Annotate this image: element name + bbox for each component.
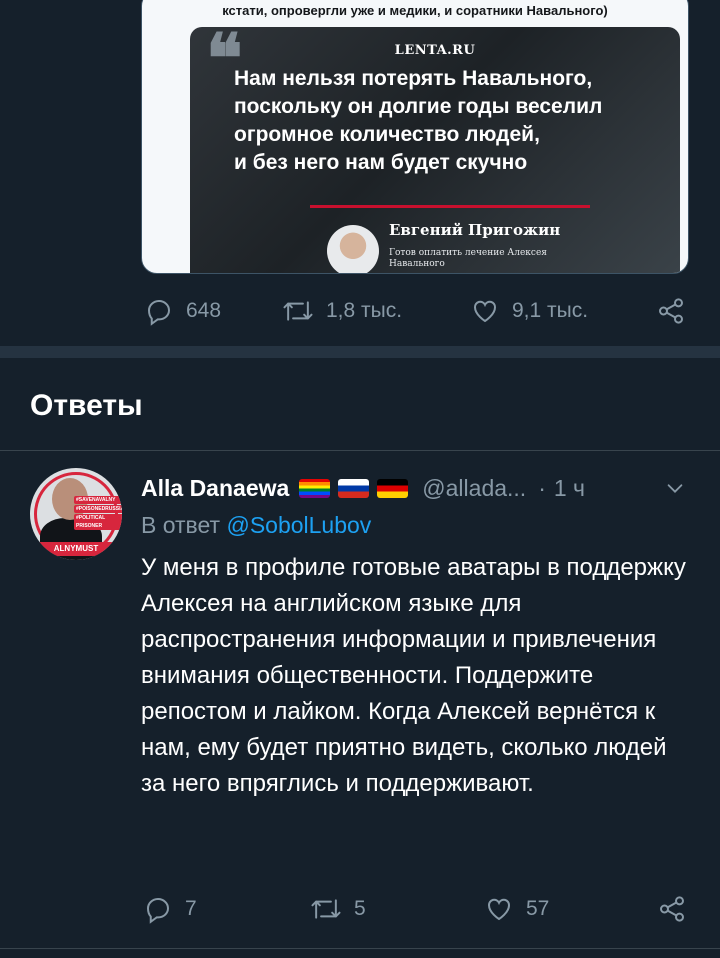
reply-icon: [144, 296, 174, 326]
quote-divider: [310, 205, 590, 208]
quote-text: Нам нельзя потерять Навального, поскольк…: [234, 65, 674, 177]
share-button[interactable]: [656, 296, 686, 326]
card-caption: кстати, опровергли уже и медики, и сорат…: [222, 3, 608, 18]
retweet-button[interactable]: 1,8 тыс.: [282, 296, 402, 326]
heart-icon: [484, 894, 514, 924]
heart-icon: [470, 296, 500, 326]
avatar-tags: #SAVENAVALNY #POISONEDRUSSIA #POLITICAL …: [74, 496, 122, 531]
quote-author-caption: Готов оплатить лечение Алексея Навальног…: [389, 248, 547, 269]
timestamp[interactable]: 1 ч: [554, 475, 585, 502]
reply-text: У меня в профиле готовые аватары в подде…: [141, 554, 686, 797]
retweet-count: 1,8 тыс.: [326, 299, 403, 322]
avatar-tag: #SAVENAVALNY: [74, 496, 122, 504]
quoted-tweet-card[interactable]: кстати, опровергли уже и медики, и сорат…: [141, 0, 689, 274]
more-menu-button[interactable]: [664, 477, 686, 504]
like-count: 57: [526, 897, 550, 920]
divider: [0, 450, 720, 451]
avatar-tag: #POISONEDRUSSIA: [74, 505, 122, 513]
quote-line: Нам нельзя потерять Навального,: [234, 67, 593, 90]
separator-dot: ·: [538, 474, 546, 501]
avatar-band: ALNYMUST: [30, 542, 122, 556]
share-icon: [657, 894, 687, 924]
reply-to-line: В ответ @SobolLubov: [141, 512, 371, 539]
russia-flag-icon: [338, 478, 370, 498]
retweet-icon: [282, 296, 314, 326]
reply-count: 648: [186, 299, 222, 322]
replies-heading: Ответы: [30, 389, 143, 422]
reply-mention-link[interactable]: @SobolLubov: [226, 512, 371, 538]
share-button[interactable]: [657, 894, 687, 924]
like-count: 9,1 тыс.: [512, 299, 589, 322]
author-photo: [327, 225, 379, 273]
section-separator: [0, 346, 720, 358]
share-icon: [656, 296, 686, 326]
retweet-button[interactable]: 5: [310, 894, 366, 924]
chevron-down-icon: [664, 484, 686, 503]
reply-button[interactable]: 7: [143, 894, 197, 924]
rainbow-flag-icon: [299, 478, 331, 498]
avatar-band-text: ALNYMUST: [53, 544, 99, 553]
germany-flag-icon: [377, 478, 409, 498]
reply-action-bar: 7 5 57: [0, 894, 720, 924]
quote-line: и без него нам будет скучно: [234, 151, 528, 174]
reply-to-prefix: В ответ: [141, 512, 221, 538]
source-logo: LENTA.RU: [394, 43, 476, 58]
user-handle[interactable]: @allada...: [422, 475, 526, 502]
divider: [0, 948, 720, 949]
like-button[interactable]: 57: [484, 894, 549, 924]
like-button[interactable]: 9,1 тыс.: [470, 296, 588, 326]
avatar[interactable]: #SAVENAVALNY #POISONEDRUSSIA #POLITICAL …: [30, 468, 122, 560]
quote-line: огромное количество людей,: [234, 123, 540, 146]
original-action-bar: 648 1,8 тыс. 9,1 тыс.: [0, 296, 720, 326]
retweet-icon: [310, 894, 342, 924]
avatar-tag: #POLITICAL PRISONER: [74, 514, 122, 530]
reply-header: Alla Danaewa @allada... · 1 ч: [141, 473, 585, 503]
quote-line: поскольку он долгие годы веселил: [234, 95, 603, 118]
reply-icon: [143, 894, 173, 924]
quote-author-name: Евгений Пригожин: [389, 221, 561, 239]
reply-count: 7: [185, 897, 197, 920]
quote-image[interactable]: ❝ LENTA.RU Нам нельзя потерять Навальног…: [190, 27, 680, 273]
display-name[interactable]: Alla Danaewa: [141, 475, 289, 502]
reply-button[interactable]: 648: [144, 296, 221, 326]
retweet-count: 5: [354, 897, 366, 920]
